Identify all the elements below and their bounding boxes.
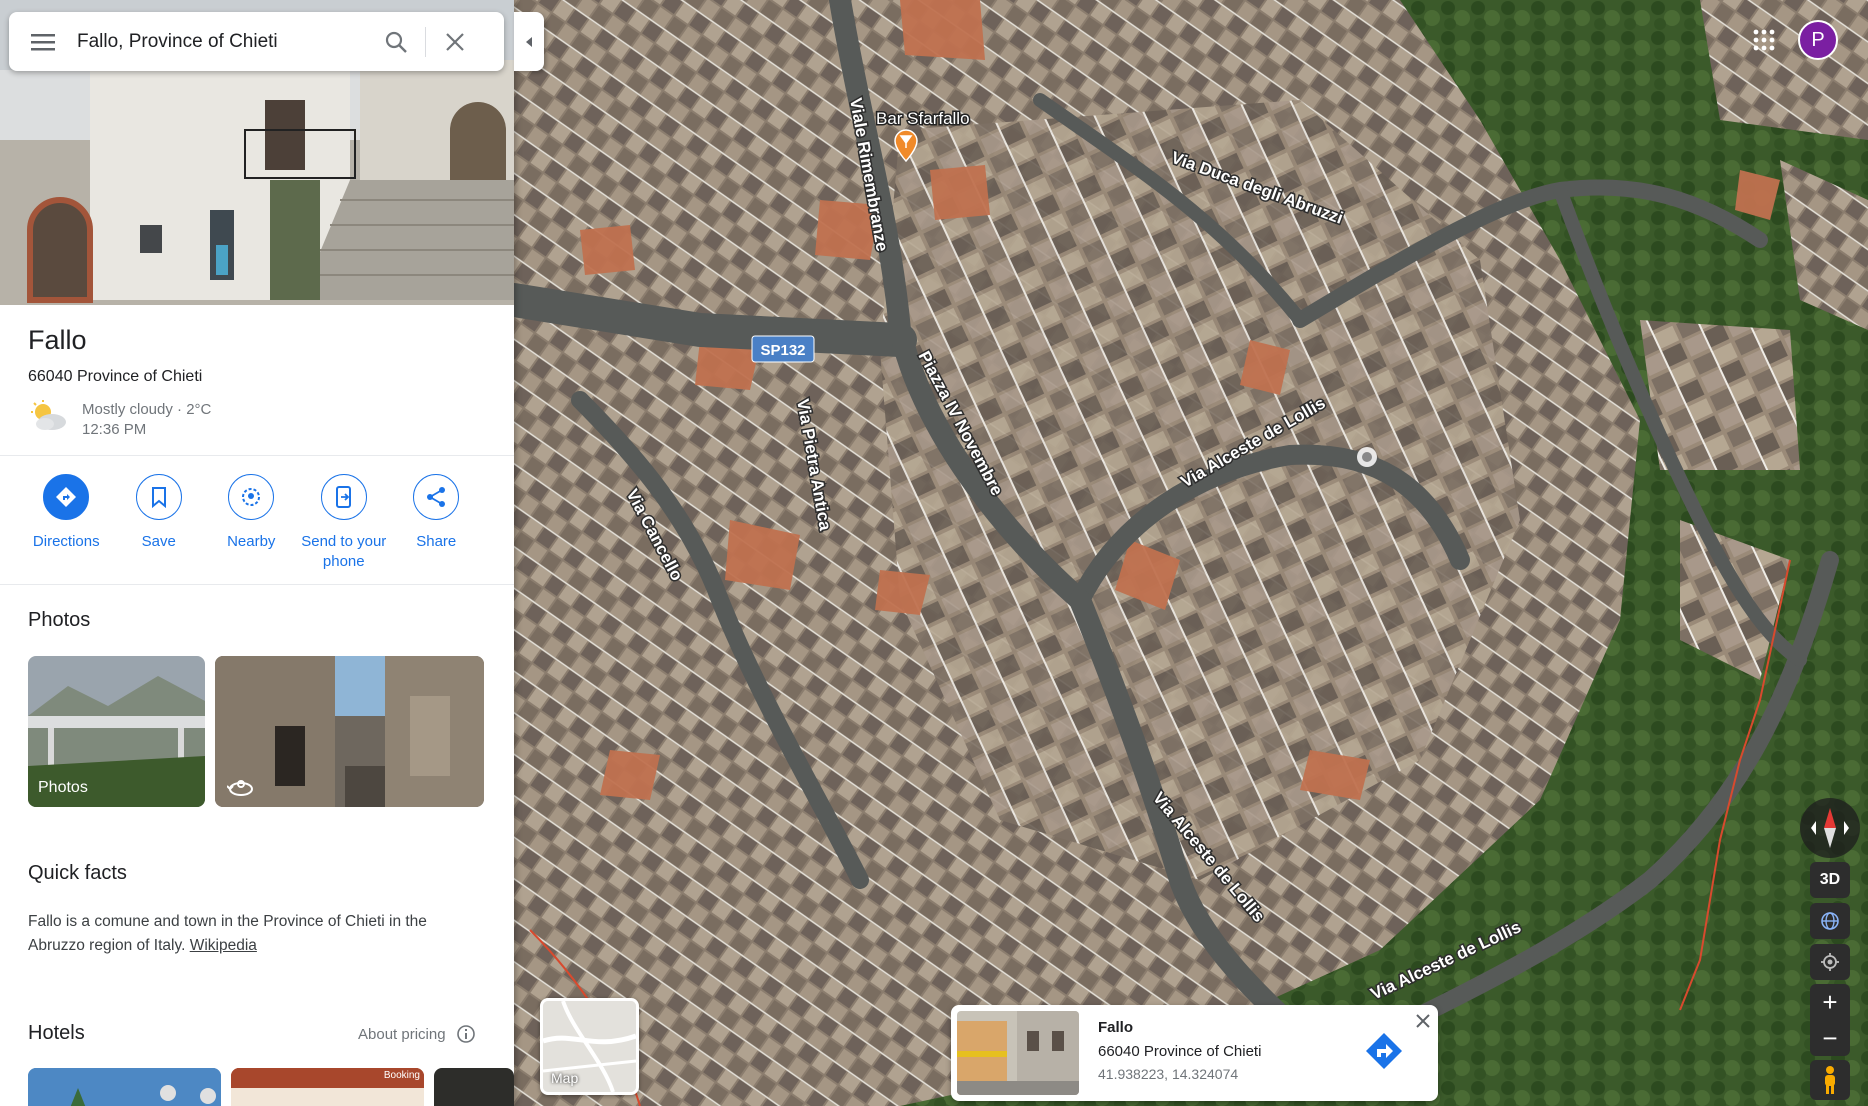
- info-card-address: 66040 Province of Chieti: [1098, 1043, 1262, 1060]
- nearby-icon: [242, 488, 261, 506]
- compass-icon: [1811, 808, 1849, 848]
- place-panel: Fallo 66040 Province of Chieti Mostly cl…: [0, 0, 514, 1106]
- place-title: Fallo: [28, 325, 87, 355]
- street-view-thumbnail[interactable]: [215, 656, 484, 807]
- nearby-circle: [228, 474, 275, 520]
- google-apps-button[interactable]: [1744, 20, 1784, 60]
- quick-facts-title: Quick facts: [28, 862, 127, 884]
- zoom-out-button[interactable]: −: [1810, 1020, 1850, 1056]
- road-shield-sp132: SP132: [751, 335, 815, 363]
- about-pricing-label: About pricing: [358, 1025, 446, 1043]
- my-location-button[interactable]: [1810, 944, 1850, 980]
- share-circle: [413, 474, 460, 520]
- street-view-360-icon: [227, 780, 253, 796]
- toggle-3d-button[interactable]: 3D: [1810, 862, 1850, 898]
- directions-circle: [43, 474, 90, 520]
- close-icon: [1416, 1014, 1430, 1028]
- info-icon: [456, 1025, 475, 1043]
- info-card-close-button[interactable]: [1413, 1011, 1433, 1031]
- zoom-in-button[interactable]: +: [1810, 984, 1850, 1020]
- send-to-phone-button[interactable]: Send to your phone: [298, 474, 391, 572]
- photos-section-title: Photos: [28, 609, 91, 631]
- info-card-photo: [957, 1011, 1079, 1095]
- apps-grid-icon: [1753, 29, 1775, 51]
- photos-thumbnail[interactable]: Photos: [28, 656, 205, 807]
- directions-label: Directions: [32, 533, 100, 550]
- search-button[interactable]: [367, 12, 425, 71]
- clear-search-button[interactable]: [426, 12, 484, 71]
- share-label: Share: [416, 533, 457, 550]
- info-card-directions-button[interactable]: [1360, 1027, 1408, 1075]
- send-to-phone-icon: [335, 486, 351, 508]
- save-label: Save: [141, 533, 176, 550]
- info-card-thumbnail[interactable]: [957, 1011, 1079, 1095]
- menu-button[interactable]: [9, 12, 77, 71]
- weather-condition: Mostly cloudy · 2°C: [82, 401, 212, 418]
- collapse-panel-button[interactable]: [514, 12, 544, 71]
- place-header: Fallo 66040 Province of Chieti Mostly cl…: [28, 325, 498, 440]
- caret-left-icon: [526, 36, 532, 47]
- photo-alley-image: [215, 656, 484, 807]
- weather-info: Mostly cloudy · 2°C 12:36 PM: [28, 400, 498, 440]
- bookmark-icon: [151, 487, 166, 508]
- photos-thumbnail-label: Photos: [38, 779, 88, 796]
- directions-icon: [1366, 1033, 1402, 1069]
- search-input[interactable]: [77, 21, 367, 62]
- map-layer-label: Map: [551, 1070, 579, 1086]
- compass-button[interactable]: [1800, 798, 1860, 858]
- my-location-icon: [1821, 953, 1839, 971]
- about-pricing-button[interactable]: About pricing: [358, 1024, 476, 1044]
- hotel-card[interactable]: Booking: [231, 1068, 424, 1106]
- pegman-icon: [1825, 1066, 1835, 1094]
- close-icon: [446, 32, 464, 51]
- share-button[interactable]: Share: [390, 474, 483, 572]
- weather-time: 12:36 PM: [82, 421, 147, 438]
- divider: [0, 584, 514, 585]
- nearby-button[interactable]: Nearby: [205, 474, 298, 572]
- partly-cloudy-icon: [31, 400, 66, 430]
- hotel-card[interactable]: [28, 1068, 221, 1106]
- directions-button[interactable]: Directions: [20, 474, 113, 572]
- hotels-section-title: Hotels: [28, 1022, 85, 1044]
- info-card-coordinates[interactable]: 41.938223, 14.324074: [1098, 1066, 1238, 1082]
- globe-view-button[interactable]: [1810, 903, 1850, 939]
- place-address: 66040 Province of Chieti: [28, 368, 203, 385]
- poi-bar-label: Bar Sfarfallo: [876, 109, 970, 128]
- menu-icon: [31, 33, 55, 50]
- search-box: [9, 12, 504, 71]
- map-layer-toggle[interactable]: Map: [540, 998, 639, 1095]
- info-card-title: Fallo: [1098, 1019, 1134, 1036]
- account-avatar[interactable]: P: [1798, 20, 1838, 60]
- hotel-card[interactable]: [434, 1068, 514, 1106]
- search-icon: [385, 31, 407, 53]
- share-icon: [427, 487, 446, 507]
- road-shield-label: SP132: [760, 342, 805, 359]
- globe-icon: [1821, 912, 1839, 930]
- send-to-phone-circle: [320, 474, 367, 520]
- wikipedia-link[interactable]: Wikipedia: [190, 937, 257, 954]
- booking-badge: Booking: [383, 1070, 420, 1081]
- hotel-photo-image: [28, 1068, 221, 1106]
- weather-text: Mostly cloudy · 2°C 12:36 PM: [82, 400, 211, 440]
- street-view-pegman-button[interactable]: [1810, 1060, 1850, 1100]
- nearby-label: Nearby: [227, 533, 276, 550]
- maps-app: Viale Rimembranze Via Duca degli Abruzzi…: [0, 0, 1868, 1106]
- directions-icon: [56, 487, 77, 507]
- save-circle: [135, 474, 182, 520]
- action-row: Directions Save Nearby Send to your phon…: [20, 474, 490, 572]
- divider: [0, 455, 514, 456]
- location-pin-icon[interactable]: [1357, 447, 1377, 467]
- send-to-phone-label: Send to your phone: [301, 533, 387, 570]
- quick-facts-text: Fallo is a comune and town in the Provin…: [28, 910, 468, 958]
- save-button[interactable]: Save: [113, 474, 206, 572]
